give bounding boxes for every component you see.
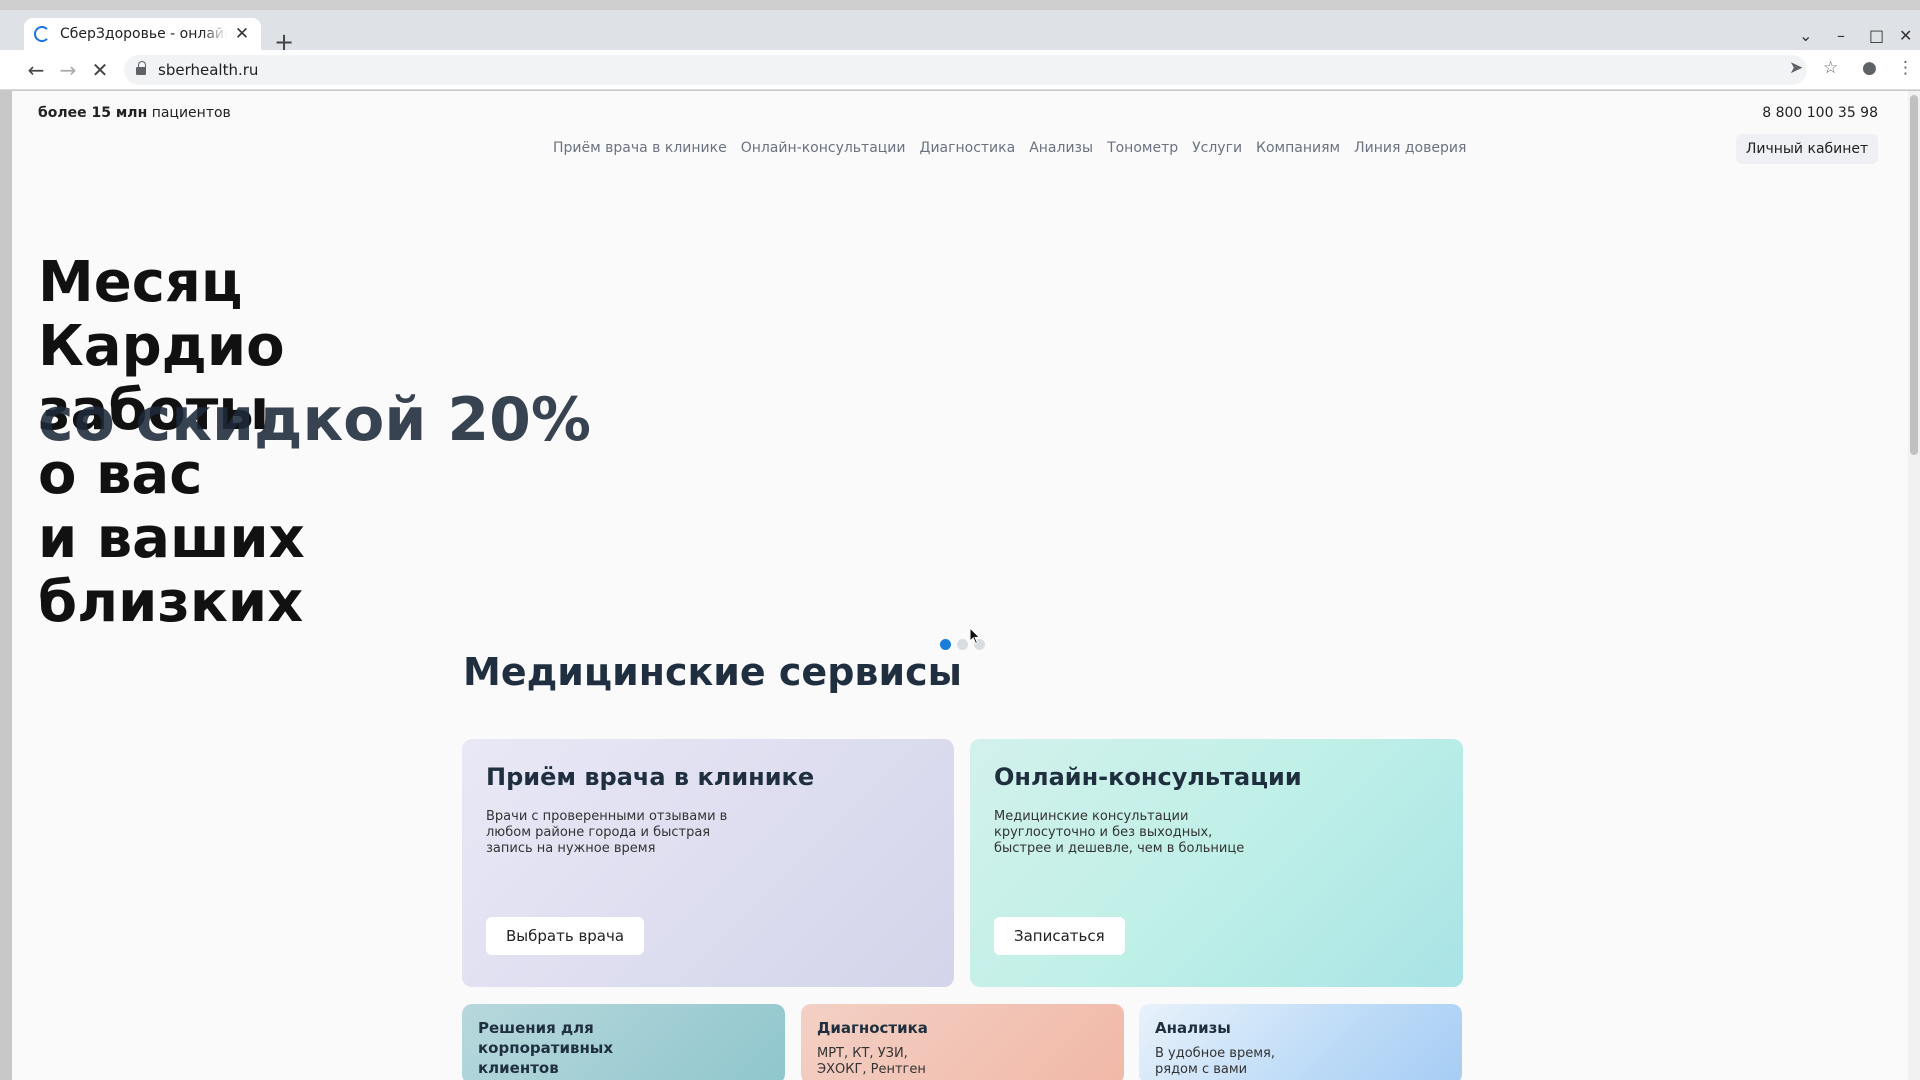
patients-count: более 15 млн пациентов	[38, 105, 231, 121]
phone-number[interactable]: 8 800 100 35 98	[1762, 105, 1878, 121]
nav-item-online[interactable]: Онлайн-консультации	[741, 140, 906, 156]
send-icon[interactable]: ➤	[1789, 58, 1803, 78]
profile-icon[interactable]: ●	[1862, 58, 1877, 78]
url-text[interactable]: sberhealth.ru	[158, 61, 258, 79]
services-title: Медицинские сервисы	[463, 650, 962, 694]
lock-icon[interactable]	[136, 61, 146, 76]
cabinet-button[interactable]: Личный кабинет	[1736, 134, 1878, 164]
nav-item-hotline[interactable]: Линия доверия	[1354, 140, 1466, 156]
tab-search-icon[interactable]: ⌄	[1799, 26, 1812, 45]
hero-discount-text: со скидкой 20%	[38, 385, 591, 455]
stop-icon[interactable]: ✕	[88, 58, 112, 82]
carousel-dot[interactable]	[940, 639, 951, 650]
card-description: Медицинские консультации круглосуточно и…	[994, 809, 1245, 856]
card-title: Онлайн-консультации	[994, 763, 1302, 791]
hero-heading-line: и ваших	[38, 506, 305, 571]
card-description: В удобное время, рядом с вами	[1155, 1046, 1275, 1077]
tab-bar: СберЗдоровье - онлайн к ✕ + ⌄ – □ ✕	[0, 0, 1920, 54]
hero-heading-line: Кардио	[38, 314, 285, 379]
address-bar[interactable]: sberhealth.ru	[124, 55, 1807, 85]
menu-icon[interactable]: ⋮	[1897, 58, 1914, 78]
browser-toolbar: ← → ✕ sberhealth.ru ➤ ☆ ● ⋮	[0, 50, 1920, 90]
card-clinic-doctor[interactable]: Приём врача в клинике Врачи с проверенны…	[462, 739, 954, 987]
star-icon[interactable]: ☆	[1823, 58, 1838, 78]
loading-spinner-icon	[34, 26, 50, 42]
tab-title: СберЗдоровье - онлайн к	[60, 26, 227, 42]
carousel-dot[interactable]	[957, 639, 968, 650]
card-tests[interactable]: Анализы В удобное время, рядом с вами	[1139, 1004, 1462, 1080]
forward-icon[interactable]: →	[56, 58, 80, 82]
card-title: Диагностика	[817, 1019, 928, 1037]
card-title: Анализы	[1155, 1019, 1231, 1037]
hero-heading-line: близких	[38, 570, 304, 635]
sign-up-button[interactable]: Записаться	[994, 917, 1125, 955]
maximize-icon[interactable]: □	[1869, 26, 1884, 45]
nav-item-tonometer[interactable]: Тонометр	[1107, 140, 1178, 156]
card-online-consult[interactable]: Онлайн-консультации Медицинские консульт…	[970, 739, 1463, 987]
mouse-cursor-icon	[970, 628, 981, 644]
window-close-icon[interactable]: ✕	[1899, 26, 1912, 45]
hero-heading-line: Месяц	[38, 250, 243, 315]
nav-item-diagnostics[interactable]: Диагностика	[920, 140, 1016, 156]
nav-item-companies[interactable]: Компаниям	[1256, 140, 1340, 156]
choose-doctor-button[interactable]: Выбрать врача	[486, 917, 645, 955]
browser-tab[interactable]: СберЗдоровье - онлайн к ✕	[24, 18, 261, 50]
card-description: Врачи с проверенными отзывами в любом ра…	[486, 809, 728, 856]
minimize-icon[interactable]: –	[1837, 26, 1845, 45]
main-nav: Приём врача в клинике Онлайн-консультаци…	[553, 140, 1466, 156]
card-description: МРТ, КТ, УЗИ, ЭХОКГ, Рентген	[817, 1046, 926, 1077]
back-icon[interactable]: ←	[24, 58, 48, 82]
card-title: Решения для корпоративных клиентов	[478, 1019, 614, 1077]
nav-item-clinic[interactable]: Приём врача в клинике	[553, 140, 727, 156]
nav-item-services[interactable]: Услуги	[1192, 140, 1242, 156]
card-corporate[interactable]: Решения для корпоративных клиентов	[462, 1004, 785, 1080]
card-title: Приём врача в клинике	[486, 763, 815, 791]
tab-close-icon[interactable]: ✕	[233, 25, 251, 43]
card-diagnostics[interactable]: Диагностика МРТ, КТ, УЗИ, ЭХОКГ, Рентген	[801, 1004, 1124, 1080]
page-content: более 15 млн пациентов 8 800 100 35 98 П…	[12, 91, 1908, 1080]
nav-item-tests[interactable]: Анализы	[1029, 140, 1093, 156]
scrollbar-thumb[interactable]	[1910, 95, 1918, 455]
